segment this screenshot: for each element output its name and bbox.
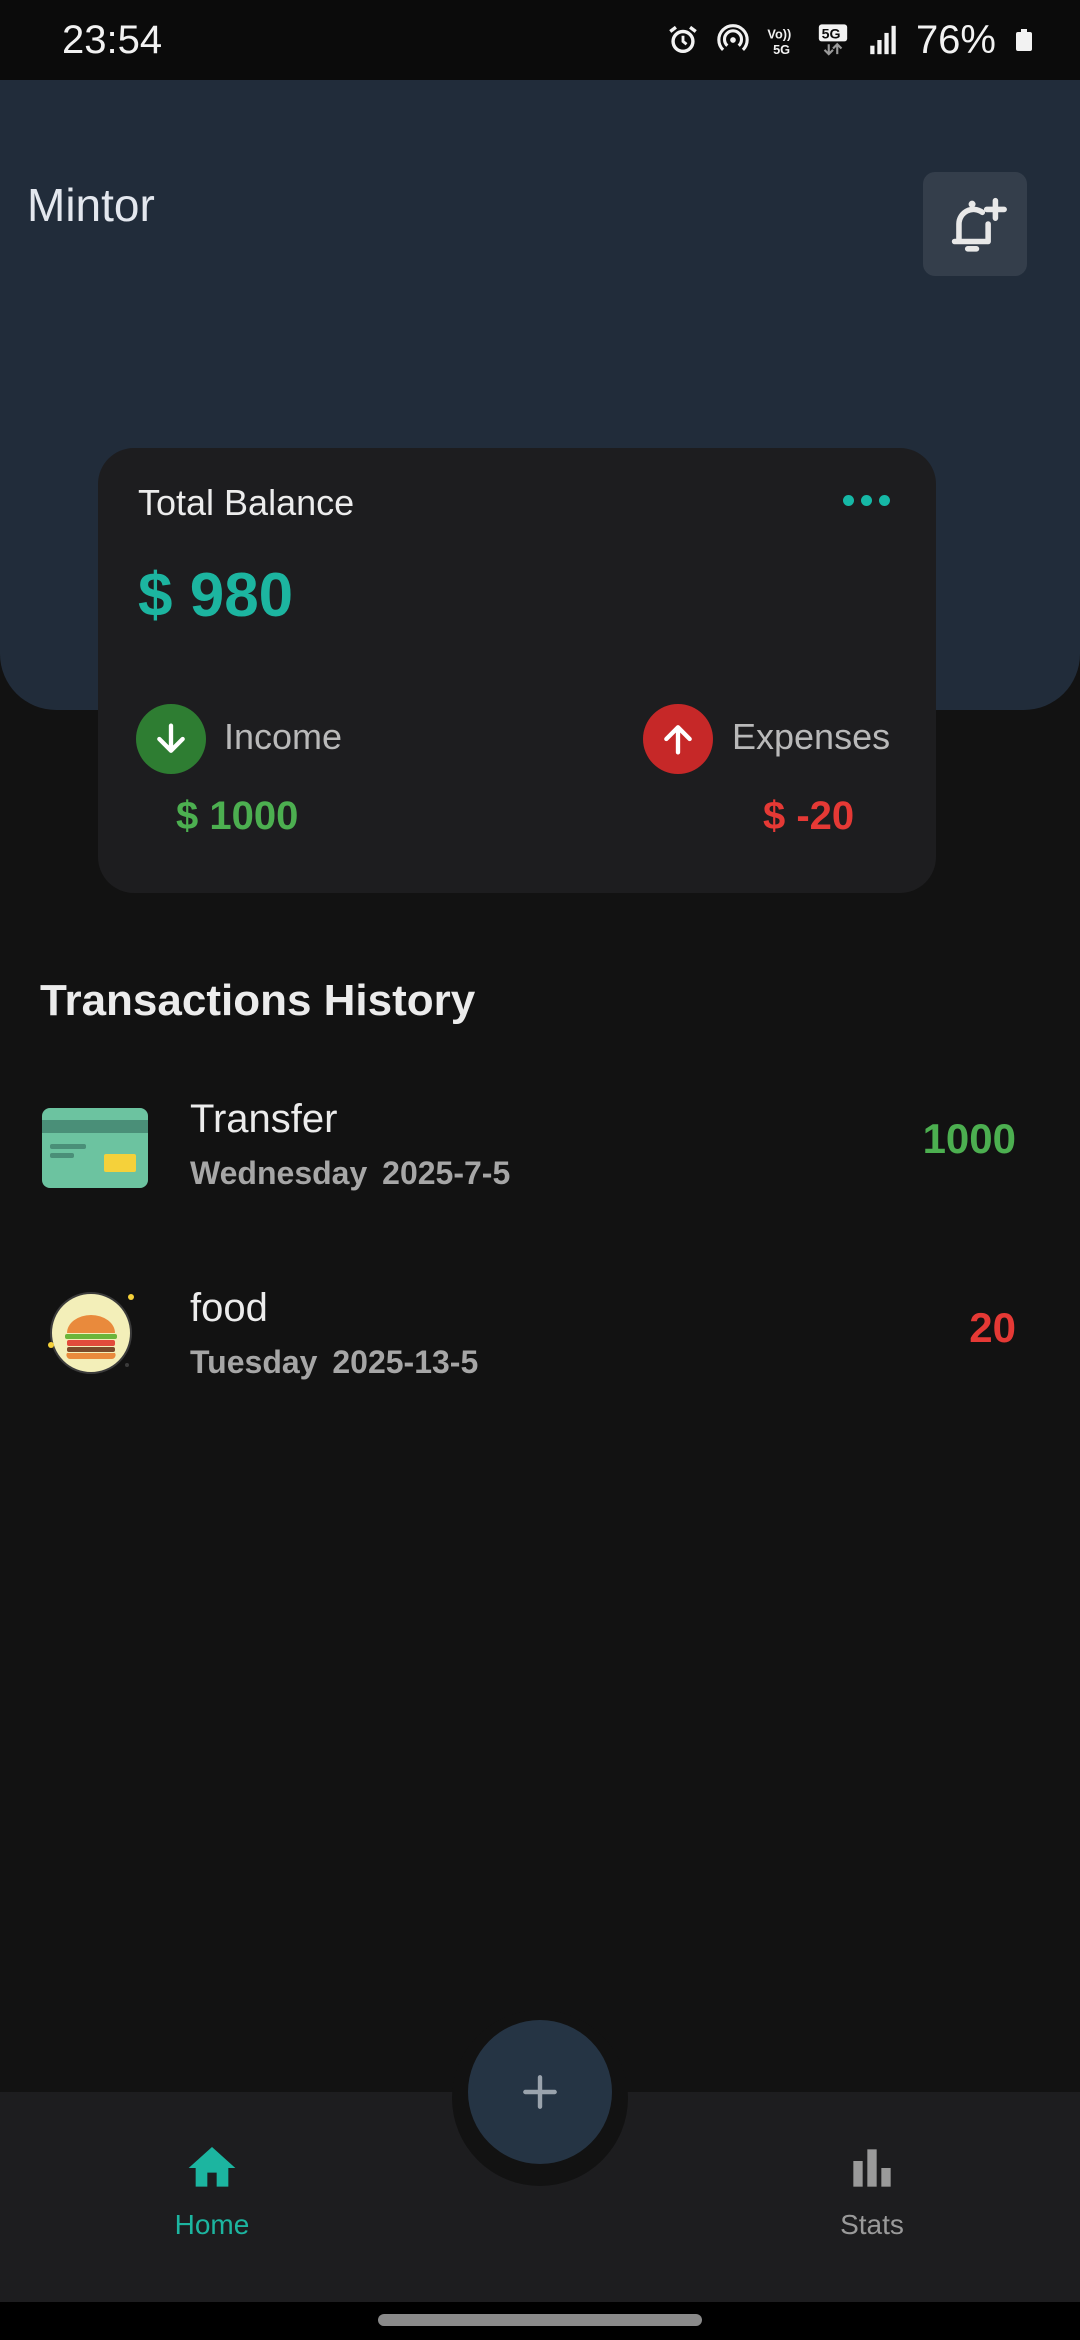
bar-chart-icon — [853, 2149, 891, 2187]
expenses-label: Expenses — [732, 716, 891, 757]
transaction-amount: 1000 — [922, 1115, 1016, 1162]
home-indicator[interactable] — [378, 2314, 702, 2326]
nav-home[interactable]: Home — [112, 2140, 312, 2241]
5g-icon: 5G — [818, 24, 848, 56]
svg-text:5G: 5G — [773, 42, 790, 57]
transaction-date: Wednesday 2025-7-5 — [190, 1155, 511, 1191]
status-icons: Vo)) 5G 5G 76% — [666, 18, 1036, 63]
transaction-item[interactable]: food Tuesday 2025-13-5 20 — [0, 1274, 1080, 1424]
add-transaction-button[interactable] — [468, 2020, 612, 2164]
svg-text:Vo)): Vo)) — [767, 27, 791, 42]
transaction-amount: 20 — [969, 1304, 1016, 1351]
home-icon — [188, 2147, 236, 2187]
bell-plus-icon — [951, 197, 1007, 252]
nav-stats[interactable]: Stats — [772, 2140, 972, 2241]
battery-percent: 76% — [915, 17, 996, 62]
income-arrow-icon — [136, 704, 206, 774]
plus-icon — [523, 2075, 557, 2109]
hotspot-icon — [717, 24, 749, 52]
balance-card: Total Balance $ 980 Income $ 1000 Expens… — [98, 448, 936, 893]
add-reminder-button[interactable] — [923, 172, 1027, 276]
nav-stats-label: Stats — [840, 2209, 904, 2240]
battery-icon — [1016, 29, 1032, 51]
status-time: 23:54 — [62, 17, 163, 62]
more-options-icon[interactable] — [843, 490, 891, 510]
balance-card-title: Total Balance — [138, 482, 355, 523]
burger-icon — [40, 1282, 150, 1392]
transactions-title: Transactions History — [40, 976, 476, 1025]
transaction-name: food — [190, 1286, 268, 1330]
status-bar: 23:54 Vo)) 5G 5G 76% — [0, 0, 1080, 80]
alarm-icon — [669, 25, 697, 54]
total-balance-value: $ 980 — [138, 561, 294, 630]
svg-text:5G: 5G — [822, 27, 841, 43]
app-title: Mintor — [27, 179, 155, 231]
transaction-item[interactable]: Transfer Wednesday 2025-7-5 1000 — [0, 1085, 1080, 1235]
transaction-date: Tuesday 2025-13-5 — [190, 1344, 479, 1380]
expenses-arrow-icon — [643, 704, 713, 774]
nav-home-label: Home — [174, 2209, 250, 2240]
transaction-name: Transfer — [190, 1097, 338, 1141]
credit-card-icon — [40, 1093, 150, 1203]
income-label: Income — [224, 716, 343, 757]
signal-icon — [870, 25, 896, 55]
volte-icon: Vo))5G — [767, 27, 791, 57]
expenses-amount: $ -20 — [763, 794, 855, 838]
income-amount: $ 1000 — [176, 794, 299, 838]
